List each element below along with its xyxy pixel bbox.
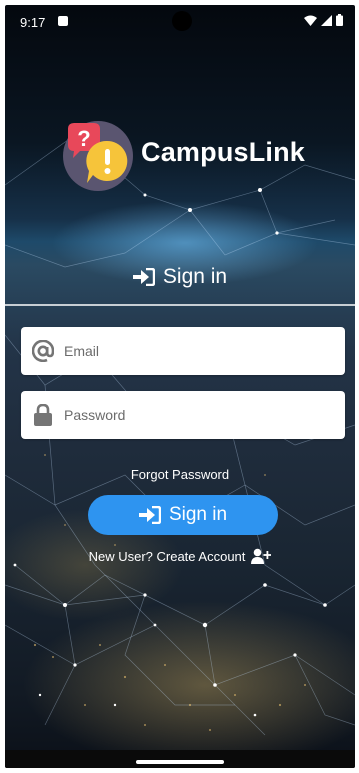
sign-in-icon xyxy=(138,506,161,524)
user-plus-icon xyxy=(251,548,272,564)
signin-button[interactable]: Sign in xyxy=(88,495,278,535)
email-field[interactable] xyxy=(21,327,345,375)
home-indicator[interactable] xyxy=(136,760,224,764)
signin-button-label: Sign in xyxy=(168,504,228,525)
app-title: CampusLink xyxy=(141,137,306,167)
status-time: 9:17 xyxy=(20,15,46,30)
create-account-link[interactable]: New User? Create Account xyxy=(5,548,355,564)
create-account-label: New User? Create Account xyxy=(88,548,246,564)
lock-icon xyxy=(30,402,56,428)
notification-icon xyxy=(58,16,68,26)
password-field[interactable] xyxy=(21,391,345,439)
status-icons xyxy=(304,14,343,26)
password-input[interactable] xyxy=(62,406,326,424)
battery-icon xyxy=(336,14,343,26)
signal-icon xyxy=(321,14,332,26)
forgot-password-link[interactable]: Forgot Password xyxy=(5,467,355,482)
status-bar: 9:17 xyxy=(5,5,355,35)
email-input[interactable] xyxy=(62,342,326,360)
sign-in-icon xyxy=(132,268,155,286)
signin-heading-label: Sign in xyxy=(162,265,228,288)
network-background xyxy=(5,134,355,736)
chat-question-exclamation-logo: ? xyxy=(63,121,133,191)
navigation-bar xyxy=(5,750,355,768)
svg-text:?: ? xyxy=(77,126,90,151)
camera-cutout xyxy=(172,11,192,31)
at-icon xyxy=(30,338,56,364)
divider xyxy=(5,304,355,306)
app-screen: 9:17 ? CampusLink Sign in Email Forgot P… xyxy=(5,5,355,768)
wifi-icon xyxy=(304,15,317,26)
signin-heading: Sign in xyxy=(5,260,355,294)
